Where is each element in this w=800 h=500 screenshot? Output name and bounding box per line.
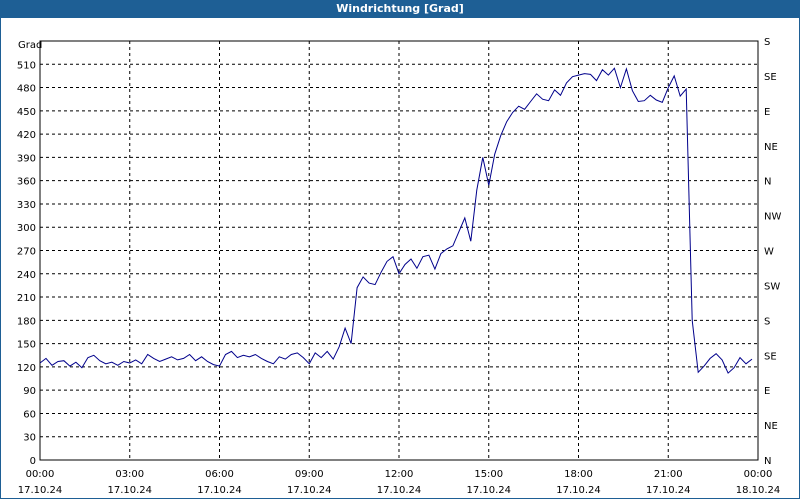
x-tick-time: 09:00 <box>295 469 324 480</box>
y-tick-label: 0 <box>30 456 36 467</box>
x-tick-time: 00:00 <box>26 469 55 480</box>
right-tick-label: SE <box>764 72 777 83</box>
right-tick-label: N <box>764 456 771 467</box>
x-tick-time: 00:00 <box>744 469 773 480</box>
y-tick-label: 390 <box>17 153 36 164</box>
right-tick-label: NE <box>764 421 778 432</box>
y-tick-label: 60 <box>23 409 36 420</box>
x-tick-date: 18.10.24 <box>736 485 781 496</box>
y-tick-label: 330 <box>17 200 36 211</box>
x-tick-time: 06:00 <box>205 469 234 480</box>
y-tick-label: 240 <box>17 270 36 281</box>
x-axis-ticks: 00:00 17.10.24 03:00 17.10.24 06:00 17.10.24 0… <box>18 469 781 496</box>
chart-window: Windrichtung [Grad] Grad 0 30 60 90 120 150 18… <box>0 0 800 500</box>
right-tick-label: E <box>764 386 770 397</box>
wind-direction-chart: Grad 0 30 60 90 120 150 180 210 240 270 300 330 360 3… <box>17 37 782 496</box>
y-tick-label: 510 <box>17 60 36 71</box>
right-tick-label: S <box>764 37 770 48</box>
y-tick-label: 30 <box>23 433 36 444</box>
y-tick-label: 270 <box>17 247 36 258</box>
x-tick-time: 12:00 <box>385 469 414 480</box>
right-tick-label: SW <box>764 281 780 292</box>
x-tick-time: 15:00 <box>474 469 503 480</box>
y-tick-label: 450 <box>17 107 36 118</box>
y-axis-ticks: 0 30 60 90 120 150 180 210 240 270 300 330 360 390 420… <box>17 60 36 467</box>
y-axis-title: Grad <box>18 40 42 51</box>
y-tick-label: 480 <box>17 84 36 95</box>
y-tick-label: 120 <box>17 363 36 374</box>
right-tick-label: S <box>764 316 770 327</box>
y-tick-label: 360 <box>17 177 36 188</box>
y-tick-label: 420 <box>17 130 36 141</box>
y-tick-label: 180 <box>17 316 36 327</box>
x-tick-time: 21:00 <box>654 469 683 480</box>
x-tick-date: 17.10.24 <box>107 485 152 496</box>
right-tick-label: NE <box>764 142 778 153</box>
y-tick-label: 210 <box>17 293 36 304</box>
x-tick-date: 17.10.24 <box>556 485 601 496</box>
x-tick-date: 17.10.24 <box>466 485 511 496</box>
right-tick-label: SE <box>764 351 777 362</box>
right-tick-label: N <box>764 177 771 188</box>
right-tick-label: NW <box>764 212 781 223</box>
series-line <box>39 67 753 374</box>
grid-lines <box>40 41 758 460</box>
x-tick-date: 17.10.24 <box>18 485 63 496</box>
right-axis-ticks: N NE E SE S SW W NW N NE E SE S <box>764 37 781 467</box>
right-tick-label: E <box>764 107 770 118</box>
x-tick-time: 18:00 <box>564 469 593 480</box>
y-tick-label: 300 <box>17 223 36 234</box>
x-tick-date: 17.10.24 <box>287 485 332 496</box>
x-tick-date: 17.10.24 <box>377 485 422 496</box>
y-tick-label: 90 <box>23 386 36 397</box>
x-tick-date: 17.10.24 <box>197 485 242 496</box>
right-tick-label: W <box>764 247 774 258</box>
y-tick-label: 150 <box>17 340 36 351</box>
x-tick-time: 03:00 <box>115 469 144 480</box>
x-tick-date: 17.10.24 <box>646 485 691 496</box>
